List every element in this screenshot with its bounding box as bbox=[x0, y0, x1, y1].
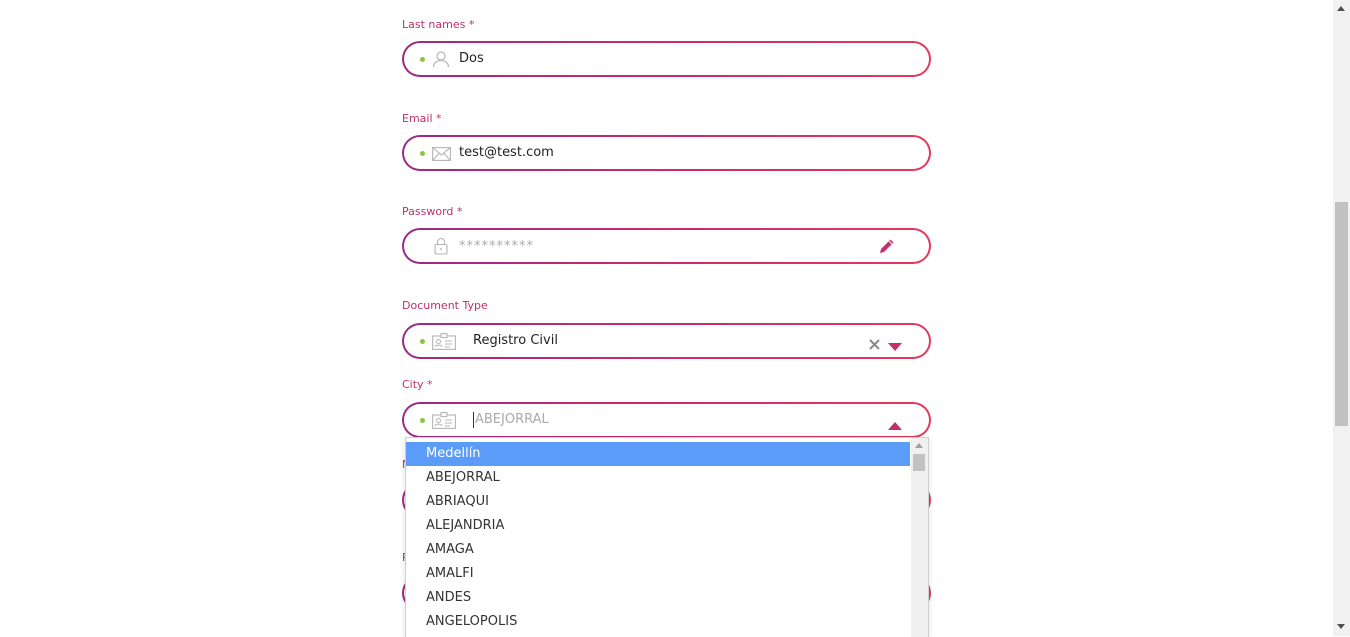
document-type-select[interactable]: Registro Civil bbox=[402, 323, 931, 359]
clear-x-icon[interactable] bbox=[869, 335, 880, 354]
city-option[interactable]: ALEJANDRIA bbox=[406, 514, 910, 538]
valid-indicator bbox=[420, 57, 425, 62]
scroll-up-arrow-icon[interactable] bbox=[1337, 6, 1345, 11]
text-cursor bbox=[473, 412, 474, 428]
lock-icon bbox=[434, 237, 448, 259]
city-option[interactable]: ABRIAQUI bbox=[406, 490, 910, 514]
city-search-input[interactable]: ABEJORRAL bbox=[475, 412, 549, 427]
last-names-label: Last names * bbox=[402, 18, 475, 31]
id-card-icon bbox=[432, 333, 456, 354]
password-field[interactable]: ********** bbox=[402, 228, 931, 264]
id-card-icon bbox=[432, 412, 456, 433]
valid-indicator bbox=[420, 339, 425, 344]
city-label: City * bbox=[402, 378, 433, 391]
caret-down-icon[interactable] bbox=[888, 337, 902, 356]
city-option[interactable]: ANGELOPOLIS bbox=[406, 610, 910, 634]
last-names-field[interactable]: Dos bbox=[402, 41, 931, 77]
page-scrollbar-thumb[interactable] bbox=[1335, 202, 1348, 426]
city-options-list[interactable]: Medellín ABEJORRAL ABRIAQUI ALEJANDRIA A… bbox=[405, 437, 929, 637]
password-value: ********** bbox=[459, 239, 534, 254]
caret-up-icon[interactable] bbox=[888, 416, 902, 435]
email-value: test@test.com bbox=[459, 145, 554, 160]
valid-indicator bbox=[420, 418, 425, 423]
last-names-value: Dos bbox=[459, 51, 484, 66]
city-option[interactable]: Medellín bbox=[406, 442, 910, 466]
email-label: Email * bbox=[402, 112, 442, 125]
document-type-label: Document Type bbox=[402, 299, 488, 312]
email-field[interactable]: test@test.com bbox=[402, 135, 931, 171]
city-option[interactable]: ABEJORRAL bbox=[406, 466, 910, 490]
city-option[interactable]: AMALFI bbox=[406, 562, 910, 586]
city-option[interactable]: ANDES bbox=[406, 586, 910, 610]
page-scrollbar[interactable] bbox=[1333, 0, 1350, 636]
pencil-icon[interactable] bbox=[878, 237, 896, 259]
city-select[interactable]: ABEJORRAL bbox=[402, 402, 931, 438]
dropdown-scrollbar-thumb[interactable] bbox=[913, 454, 925, 471]
scroll-down-arrow-icon[interactable] bbox=[1337, 624, 1345, 629]
dropdown-scrollbar[interactable] bbox=[911, 438, 928, 637]
document-type-value: Registro Civil bbox=[473, 333, 558, 348]
scroll-up-arrow-icon[interactable] bbox=[915, 443, 923, 448]
user-icon bbox=[432, 50, 450, 72]
envelope-icon bbox=[432, 146, 451, 165]
city-option[interactable]: AMAGA bbox=[406, 538, 910, 562]
valid-indicator bbox=[420, 151, 425, 156]
password-label: Password * bbox=[402, 205, 463, 218]
